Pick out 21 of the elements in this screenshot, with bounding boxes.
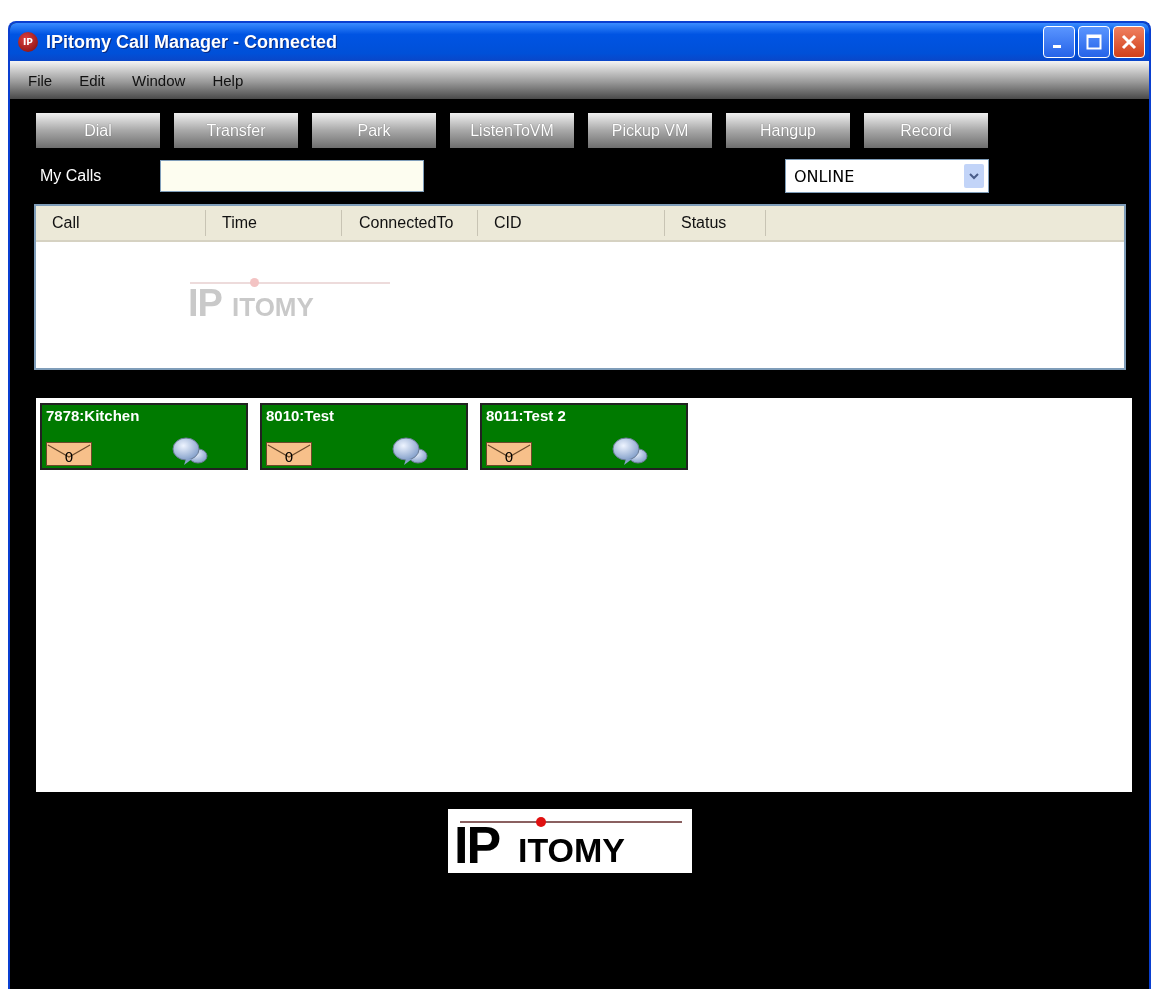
menu-item[interactable]: Help (212, 71, 244, 89)
column-header[interactable]: Status (665, 210, 766, 236)
menu-item[interactable]: Edit (79, 71, 106, 89)
my-calls-field[interactable] (160, 160, 424, 192)
extension-tile[interactable]: 8011:Test 2 0 (480, 403, 688, 470)
app-icon: IP (18, 32, 38, 52)
extension-tile[interactable]: 7878:Kitchen 0 (40, 403, 248, 470)
window-title: IPitomy Call Manager - Connected (46, 31, 339, 53)
envelope-icon[interactable]: 0 (486, 442, 532, 466)
column-header[interactable]: CID (478, 210, 665, 236)
envelope-icon[interactable]: 0 (266, 442, 312, 466)
menu-item[interactable]: File (28, 71, 53, 89)
column-header[interactable]: ConnectedTo (342, 210, 478, 236)
menu-item[interactable]: Window (132, 71, 186, 89)
envelope-icon[interactable]: 0 (46, 442, 92, 466)
ipitomy-logo: IP ITOMY (448, 809, 692, 873)
column-header[interactable]: Time (206, 210, 342, 236)
extension-tile[interactable]: 8010:Test 0 (260, 403, 468, 470)
column-header[interactable]: Call (36, 210, 206, 236)
status-dropdown[interactable]: ONLINE (785, 159, 989, 193)
my-calls-label: My Calls (39, 167, 103, 185)
